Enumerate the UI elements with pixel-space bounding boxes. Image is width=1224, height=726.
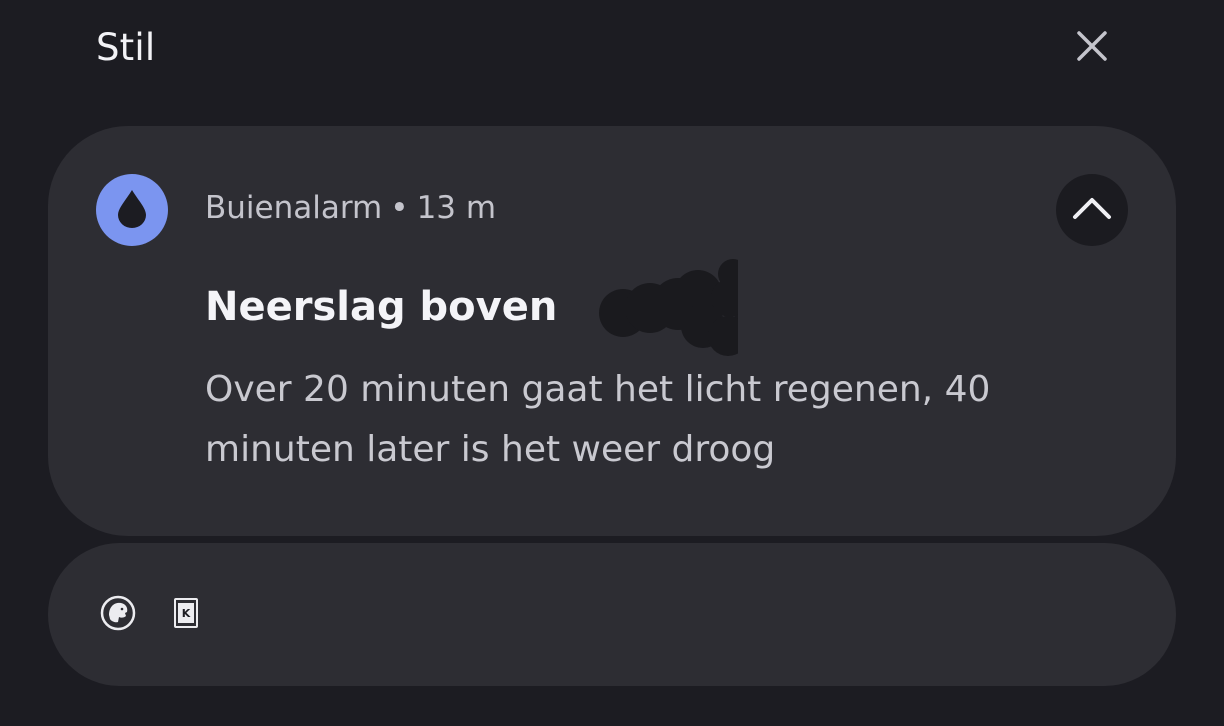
notification-title: Neerslag boven xyxy=(205,284,558,330)
section-header: Stil xyxy=(0,0,1224,100)
close-button[interactable] xyxy=(1068,24,1116,72)
chevron-up-icon xyxy=(1072,196,1112,224)
collapse-button[interactable] xyxy=(1056,174,1128,246)
close-icon xyxy=(1076,30,1108,66)
water-drop-icon xyxy=(115,188,149,232)
collapsed-notifications-bar[interactable]: K xyxy=(48,543,1176,686)
notification-body: Over 20 minuten gaat het licht regenen, … xyxy=(205,369,991,470)
notification-time: 13 m xyxy=(416,190,497,226)
notification-card[interactable]: Buienalarm•13 m Neerslag boven Over 20 xyxy=(48,126,1176,536)
section-title: Stil xyxy=(96,26,156,69)
meta-separator: • xyxy=(390,190,409,226)
redaction-scribble xyxy=(538,258,770,358)
app-icon xyxy=(96,174,168,246)
app-name: Buienalarm xyxy=(205,190,383,226)
notification-meta: Buienalarm • 13 m xyxy=(205,190,496,226)
app-icon-k: K xyxy=(168,595,204,631)
app-icon-lion xyxy=(100,595,136,631)
